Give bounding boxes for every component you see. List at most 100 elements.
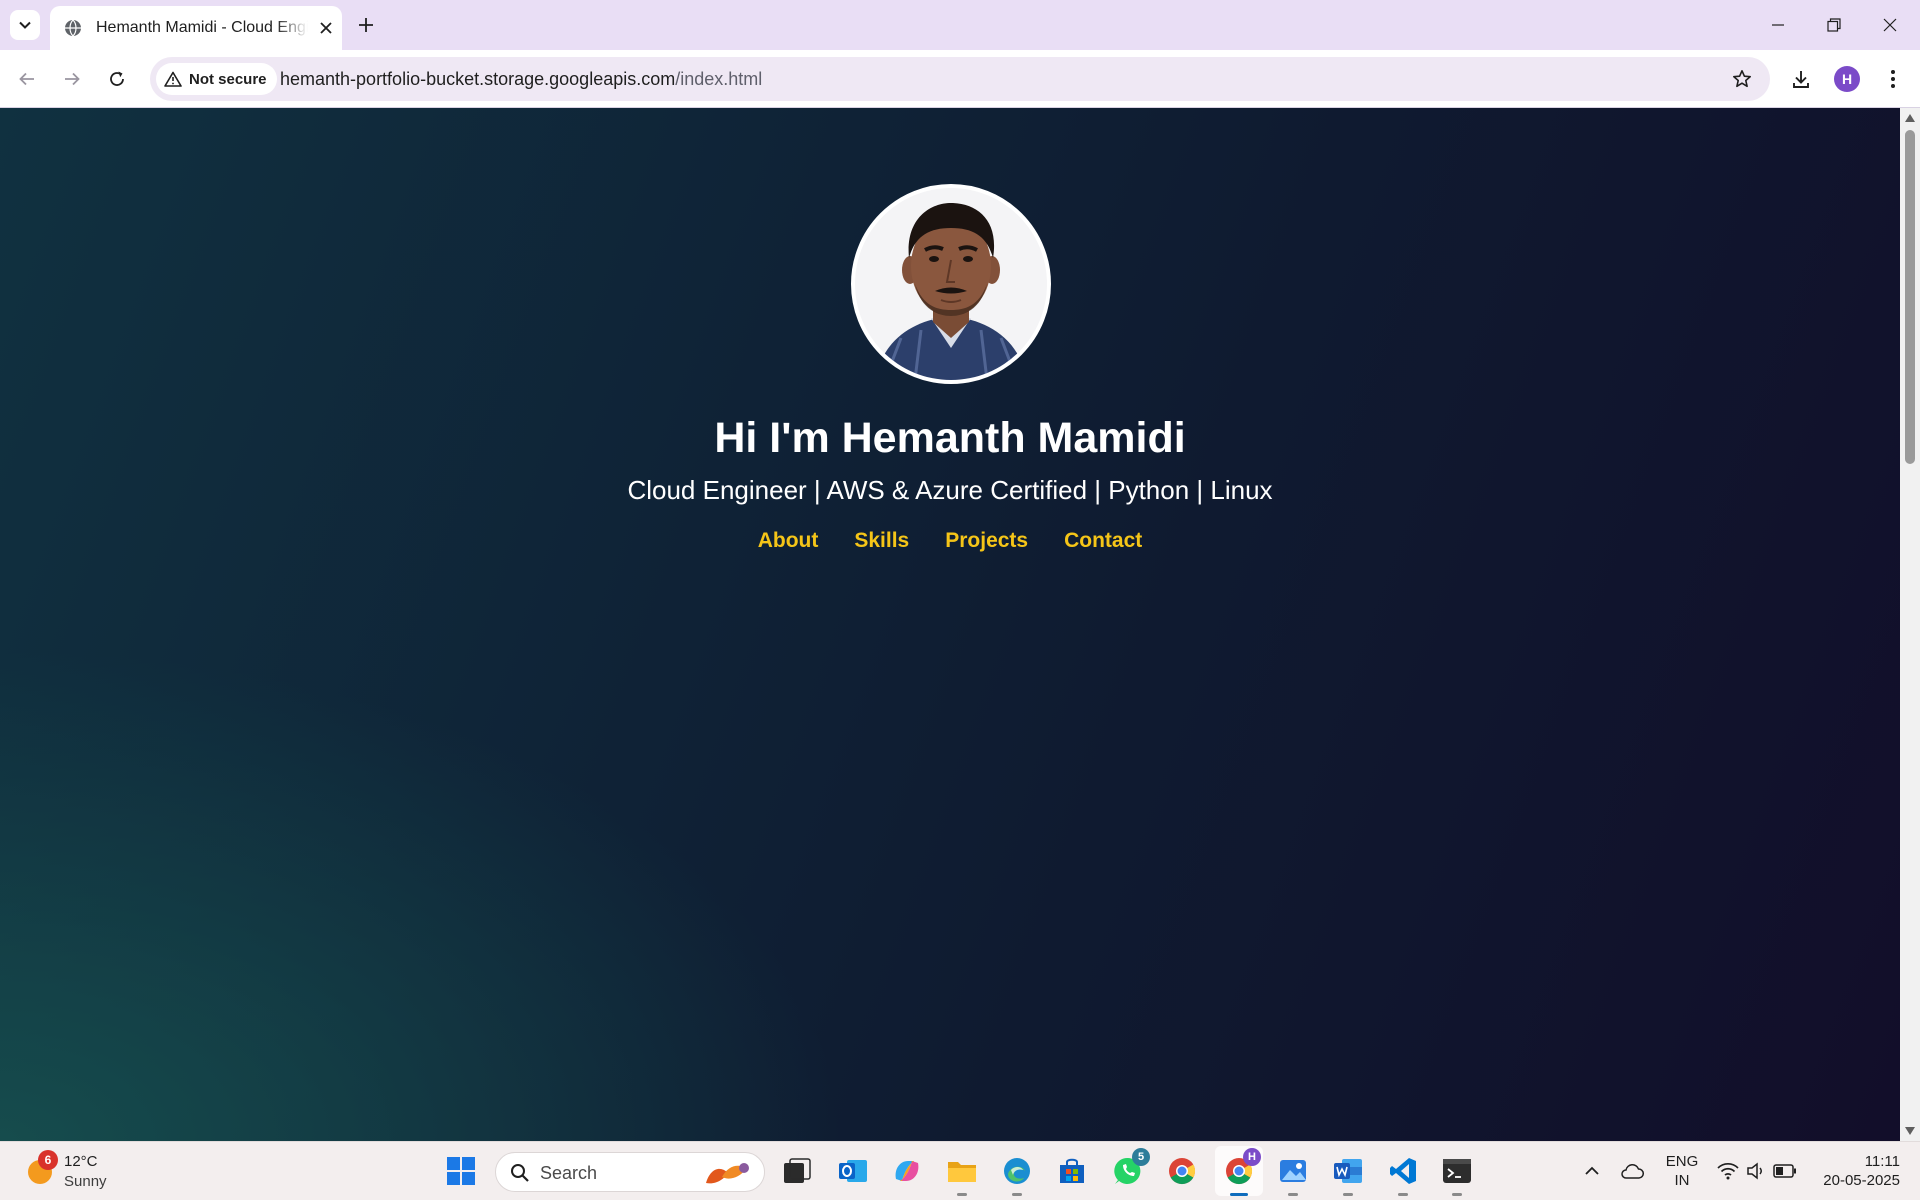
- page-viewport: Hi I'm Hemanth Mamidi Cloud Engineer | A…: [0, 108, 1900, 1141]
- word-app[interactable]: [1328, 1151, 1368, 1196]
- terminal-app[interactable]: [1437, 1151, 1477, 1196]
- task-view-icon: [784, 1158, 811, 1183]
- close-icon: [1883, 18, 1897, 32]
- windows-logo-icon: [447, 1157, 475, 1185]
- page-title: Hi I'm Hemanth Mamidi: [714, 414, 1186, 462]
- new-tab-button[interactable]: [352, 11, 380, 39]
- more-vertical-icon: [1891, 70, 1895, 88]
- forward-button[interactable]: [55, 62, 89, 96]
- store-icon: [1060, 1158, 1084, 1183]
- cloud-icon: [1621, 1163, 1644, 1179]
- scrollbar-thumb[interactable]: [1905, 130, 1915, 464]
- windows-taskbar: 6 12°C Sunny Search 5 H ENG IN 11:11 20-…: [0, 1141, 1920, 1200]
- running-indicator: [1398, 1193, 1408, 1196]
- close-window-button[interactable]: [1862, 6, 1918, 44]
- browser-tab-active[interactable]: Hemanth Mamidi - Cloud Engineer: [50, 6, 342, 50]
- nav-link-contact[interactable]: Contact: [1064, 529, 1142, 553]
- tab-title: Hemanth Mamidi - Cloud Engineer: [96, 19, 308, 36]
- section-nav: About Skills Projects Contact: [0, 529, 1900, 553]
- warning-triangle-icon: [164, 71, 182, 87]
- running-indicator: [1452, 1193, 1462, 1196]
- restore-icon: [1827, 18, 1841, 32]
- running-indicator: [1343, 1193, 1353, 1196]
- weather-condition: Sunny: [64, 1173, 107, 1190]
- whatsapp-app[interactable]: 5: [1108, 1148, 1150, 1191]
- security-label: Not secure: [189, 70, 267, 88]
- language-line-1: ENG: [1665, 1153, 1699, 1170]
- tab-close-icon[interactable]: [316, 18, 336, 38]
- back-button[interactable]: [10, 62, 44, 96]
- language-line-2: IN: [1674, 1172, 1690, 1189]
- copilot-app[interactable]: [887, 1151, 927, 1191]
- search-highlight-icon: [706, 1163, 749, 1184]
- taskbar-search-box[interactable]: Search: [495, 1152, 765, 1192]
- reload-button[interactable]: [100, 62, 134, 96]
- onedrive-button[interactable]: [1612, 1151, 1652, 1191]
- browser-toolbar: Not secure hemanth-portfolio-bucket.stor…: [0, 50, 1920, 108]
- download-icon: [1793, 71, 1809, 88]
- photos-app[interactable]: [1273, 1151, 1313, 1196]
- show-hidden-icons-button[interactable]: [1572, 1151, 1612, 1191]
- clock[interactable]: 11:11 20-05-2025: [1810, 1152, 1900, 1190]
- speaker-icon: [1747, 1162, 1762, 1180]
- battery-button[interactable]: [1765, 1151, 1805, 1191]
- battery-icon: [1773, 1164, 1796, 1178]
- terminal-icon: [1443, 1159, 1471, 1183]
- active-indicator: [1230, 1193, 1248, 1196]
- vscode-icon: [1390, 1158, 1416, 1184]
- scroll-down-arrow-icon[interactable]: [1904, 1126, 1916, 1136]
- outlook-app[interactable]: [833, 1151, 873, 1191]
- running-indicator: [1288, 1193, 1298, 1196]
- photos-icon: [1280, 1160, 1306, 1182]
- task-view-button[interactable]: [777, 1151, 817, 1191]
- url-path: /index.html: [675, 69, 763, 89]
- language-indicator[interactable]: ENG IN: [1664, 1152, 1700, 1190]
- restore-button[interactable]: [1806, 6, 1862, 44]
- url-text[interactable]: hemanth-portfolio-bucket.storage.googlea…: [280, 57, 762, 101]
- whatsapp-notification-badge: 5: [1132, 1148, 1150, 1166]
- arrow-left-icon: [19, 72, 34, 86]
- security-chip[interactable]: Not secure: [156, 63, 277, 95]
- minimize-icon: [1772, 24, 1784, 26]
- reload-icon: [110, 71, 124, 86]
- tagline: Cloud Engineer | AWS & Azure Certified |…: [627, 475, 1273, 505]
- word-icon: [1334, 1159, 1362, 1183]
- folder-icon: [948, 1162, 976, 1182]
- browser-tab-strip: Hemanth Mamidi - Cloud Engineer: [0, 0, 1920, 50]
- bookmark-star-button[interactable]: [1728, 65, 1756, 93]
- nav-link-projects[interactable]: Projects: [945, 529, 1028, 553]
- nav-link-about[interactable]: About: [758, 529, 819, 553]
- chrome-icon: [1169, 1158, 1196, 1185]
- browser-menu-button[interactable]: [1876, 62, 1910, 96]
- nav-link-skills[interactable]: Skills: [854, 529, 909, 553]
- profile-button[interactable]: H: [1830, 62, 1864, 96]
- chevron-down-icon: [19, 21, 31, 29]
- running-indicator: [1012, 1193, 1022, 1196]
- downloads-button[interactable]: [1784, 62, 1818, 96]
- edge-app[interactable]: [997, 1151, 1037, 1196]
- chrome-app[interactable]: [1162, 1151, 1202, 1191]
- tab-search-button[interactable]: [10, 10, 40, 40]
- file-explorer-app[interactable]: [942, 1151, 982, 1196]
- avatar: H: [1834, 66, 1860, 92]
- address-bar[interactable]: Not secure hemanth-portfolio-bucket.stor…: [150, 57, 1770, 101]
- chevron-up-icon: [1585, 1166, 1599, 1175]
- clock-time: 11:11: [1864, 1153, 1900, 1170]
- globe-icon: [64, 19, 82, 37]
- vscode-app[interactable]: [1383, 1151, 1423, 1196]
- minimize-button[interactable]: [1750, 6, 1806, 44]
- microsoft-store-app[interactable]: [1052, 1151, 1092, 1191]
- chrome-profile-badge: H: [1243, 1148, 1261, 1166]
- weather-notification-badge: 6: [38, 1150, 58, 1170]
- clock-date: 20-05-2025: [1823, 1172, 1900, 1189]
- scroll-up-arrow-icon[interactable]: [1904, 113, 1916, 123]
- chrome-profile-app[interactable]: H: [1219, 1148, 1261, 1196]
- running-indicator: [957, 1193, 967, 1196]
- vertical-scrollbar[interactable]: [1900, 108, 1920, 1141]
- weather-temperature: 12°C: [64, 1153, 98, 1170]
- copilot-icon: [895, 1161, 919, 1181]
- star-icon: [1733, 70, 1751, 88]
- start-button[interactable]: [441, 1151, 481, 1191]
- edge-icon: [1004, 1158, 1030, 1184]
- weather-widget[interactable]: 6 12°C Sunny: [24, 1150, 144, 1194]
